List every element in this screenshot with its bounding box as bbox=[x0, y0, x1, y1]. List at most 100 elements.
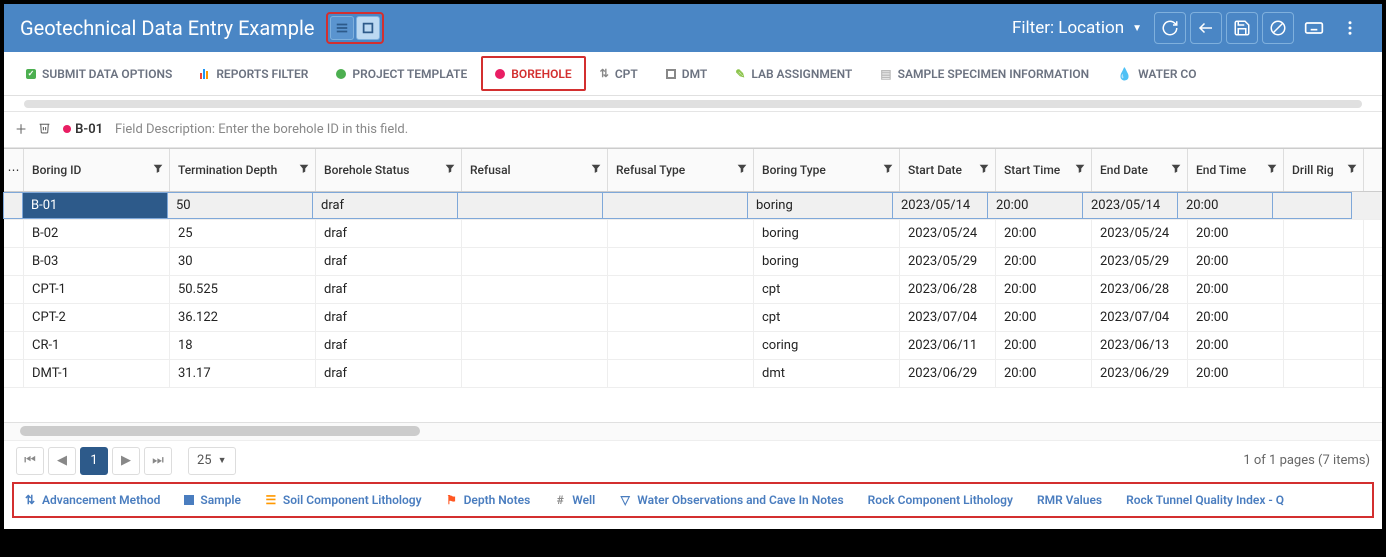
row-selector[interactable] bbox=[4, 332, 24, 359]
cell-end-time[interactable]: 20:00 bbox=[1177, 192, 1273, 219]
table-row[interactable]: CPT-150.525drafcpt2023/06/2820:002023/06… bbox=[4, 276, 1382, 304]
table-row[interactable]: CR-118drafcoring2023/06/1120:002023/06/1… bbox=[4, 332, 1382, 360]
grid-horizontal-scrollbar[interactable] bbox=[4, 422, 1382, 440]
cell-refusal[interactable] bbox=[462, 276, 608, 303]
cell-refusal[interactable] bbox=[462, 248, 608, 275]
cell-drill-rig[interactable] bbox=[1284, 332, 1364, 359]
cell-borehole-status[interactable]: draf bbox=[316, 220, 462, 247]
cell-refusal-type[interactable] bbox=[608, 304, 754, 331]
card-view-button[interactable] bbox=[356, 16, 380, 40]
cell-boring-id[interactable]: CPT-2 bbox=[24, 304, 170, 331]
cell-borehole-status[interactable]: draf bbox=[316, 304, 462, 331]
cell-end-time[interactable]: 20:00 bbox=[1188, 304, 1284, 331]
cell-drill-rig[interactable] bbox=[1284, 276, 1364, 303]
cell-boring-type[interactable]: cpt bbox=[754, 276, 900, 303]
column-header-drill-rig[interactable]: Drill Rig bbox=[1284, 149, 1364, 191]
cell-end-date[interactable]: 2023/07/04 bbox=[1092, 304, 1188, 331]
tab-reports-filter[interactable]: REPORTS FILTER bbox=[186, 52, 322, 95]
cell-borehole-status[interactable]: draf bbox=[316, 332, 462, 359]
cell-borehole-status[interactable]: draf bbox=[316, 360, 462, 387]
bottom-tab-rmr-values[interactable]: RMR Values bbox=[1031, 493, 1108, 507]
cell-termination-depth[interactable]: 50 bbox=[167, 192, 313, 219]
cell-borehole-status[interactable]: draf bbox=[312, 192, 458, 219]
cell-start-time[interactable]: 20:00 bbox=[996, 332, 1092, 359]
cell-boring-id[interactable]: B-01 bbox=[22, 192, 168, 219]
delete-row-button[interactable] bbox=[38, 121, 51, 138]
cell-start-time[interactable]: 20:00 bbox=[996, 276, 1092, 303]
cell-end-date[interactable]: 2023/06/29 bbox=[1092, 360, 1188, 387]
table-row[interactable]: B-0330drafboring2023/05/2920:002023/05/2… bbox=[4, 248, 1382, 276]
tab-sample-specimen-information[interactable]: ▤SAMPLE SPECIMEN INFORMATION bbox=[866, 52, 1103, 95]
tab-submit-data-options[interactable]: ✓SUBMIT DATA OPTIONS bbox=[12, 52, 186, 95]
cell-end-date[interactable]: 2023/06/28 bbox=[1092, 276, 1188, 303]
bottom-tab-rock-tunnel-quality-index---q[interactable]: Rock Tunnel Quality Index - Q bbox=[1120, 493, 1290, 507]
column-header-end-time[interactable]: End Time bbox=[1188, 149, 1284, 191]
column-header-termination-depth[interactable]: Termination Depth bbox=[170, 149, 316, 191]
cell-boring-id[interactable]: B-02 bbox=[24, 220, 170, 247]
pager-next-button[interactable]: ▶ bbox=[112, 447, 140, 475]
cell-boring-type[interactable]: boring bbox=[754, 248, 900, 275]
cell-end-time[interactable]: 20:00 bbox=[1188, 220, 1284, 247]
tab-dmt[interactable]: DMT bbox=[652, 52, 722, 95]
row-selector[interactable] bbox=[4, 360, 24, 387]
page-size-select[interactable]: 25▼ bbox=[188, 447, 236, 475]
filter-icon[interactable] bbox=[445, 164, 455, 177]
cell-refusal-type[interactable] bbox=[608, 276, 754, 303]
more-button[interactable] bbox=[1334, 12, 1366, 44]
save-button[interactable] bbox=[1226, 12, 1258, 44]
bottom-tab-water-observations-and-cave-in-notes[interactable]: ▽Water Observations and Cave In Notes bbox=[613, 493, 849, 507]
cell-drill-rig[interactable] bbox=[1284, 248, 1364, 275]
cell-boring-type[interactable]: boring bbox=[754, 220, 900, 247]
column-header-end-date[interactable]: End Date bbox=[1092, 149, 1188, 191]
cell-start-date[interactable]: 2023/07/04 bbox=[900, 304, 996, 331]
cell-refusal-type[interactable] bbox=[608, 248, 754, 275]
filter-label[interactable]: Filter: Location bbox=[1012, 18, 1124, 38]
cell-refusal[interactable] bbox=[462, 360, 608, 387]
cell-boring-type[interactable]: cpt bbox=[754, 304, 900, 331]
row-selector[interactable] bbox=[3, 192, 23, 219]
cell-end-date[interactable]: 2023/05/29 bbox=[1092, 248, 1188, 275]
row-selector[interactable] bbox=[4, 276, 24, 303]
cell-refusal[interactable] bbox=[462, 220, 608, 247]
add-row-button[interactable]: + bbox=[16, 119, 26, 140]
pager-prev-button[interactable]: ◀ bbox=[48, 447, 76, 475]
filter-icon[interactable] bbox=[591, 164, 601, 177]
tab-lab-assignment[interactable]: ✎LAB ASSIGNMENT bbox=[721, 52, 866, 95]
cell-end-date[interactable]: 2023/05/14 bbox=[1082, 192, 1178, 219]
bottom-tab-rock-component-lithology[interactable]: Rock Component Lithology bbox=[862, 493, 1019, 507]
chevron-down-icon[interactable]: ▼ bbox=[1132, 23, 1142, 34]
cell-termination-depth[interactable]: 25 bbox=[170, 220, 316, 247]
keyboard-button[interactable] bbox=[1298, 12, 1330, 44]
back-button[interactable] bbox=[1190, 12, 1222, 44]
cell-boring-id[interactable]: DMT-1 bbox=[24, 360, 170, 387]
filter-icon[interactable] bbox=[1075, 164, 1085, 177]
cell-start-date[interactable]: 2023/05/14 bbox=[892, 192, 988, 219]
cell-termination-depth[interactable]: 31.17 bbox=[170, 360, 316, 387]
column-header-start-time[interactable]: Start Time bbox=[996, 149, 1092, 191]
table-row[interactable]: CPT-236.122drafcpt2023/07/0420:002023/07… bbox=[4, 304, 1382, 332]
refresh-button[interactable] bbox=[1154, 12, 1186, 44]
column-header-refusal-type[interactable]: Refusal Type bbox=[608, 149, 754, 191]
cell-refusal-type[interactable] bbox=[608, 360, 754, 387]
filter-icon[interactable] bbox=[1171, 164, 1181, 177]
cell-end-time[interactable]: 20:00 bbox=[1188, 248, 1284, 275]
row-selector[interactable] bbox=[4, 304, 24, 331]
cell-start-date[interactable]: 2023/05/24 bbox=[900, 220, 996, 247]
pager-first-button[interactable]: ⏮ bbox=[16, 447, 44, 475]
pager-last-button[interactable]: ⏭ bbox=[144, 447, 172, 475]
filter-icon[interactable] bbox=[737, 164, 747, 177]
cell-drill-rig[interactable] bbox=[1284, 360, 1364, 387]
tab-borehole[interactable]: BOREHOLE bbox=[481, 56, 585, 91]
cell-refusal[interactable] bbox=[462, 304, 608, 331]
cell-start-time[interactable]: 20:00 bbox=[996, 360, 1092, 387]
tab-water-co[interactable]: 💧WATER CO bbox=[1103, 52, 1210, 95]
row-selector[interactable] bbox=[4, 220, 24, 247]
cell-start-date[interactable]: 2023/05/29 bbox=[900, 248, 996, 275]
cell-end-time[interactable]: 20:00 bbox=[1188, 276, 1284, 303]
row-selector[interactable] bbox=[4, 248, 24, 275]
cell-borehole-status[interactable]: draf bbox=[316, 276, 462, 303]
cell-drill-rig[interactable] bbox=[1272, 192, 1352, 219]
column-header-start-date[interactable]: Start Date bbox=[900, 149, 996, 191]
cell-refusal[interactable] bbox=[457, 192, 603, 219]
filter-icon[interactable] bbox=[1267, 164, 1277, 177]
